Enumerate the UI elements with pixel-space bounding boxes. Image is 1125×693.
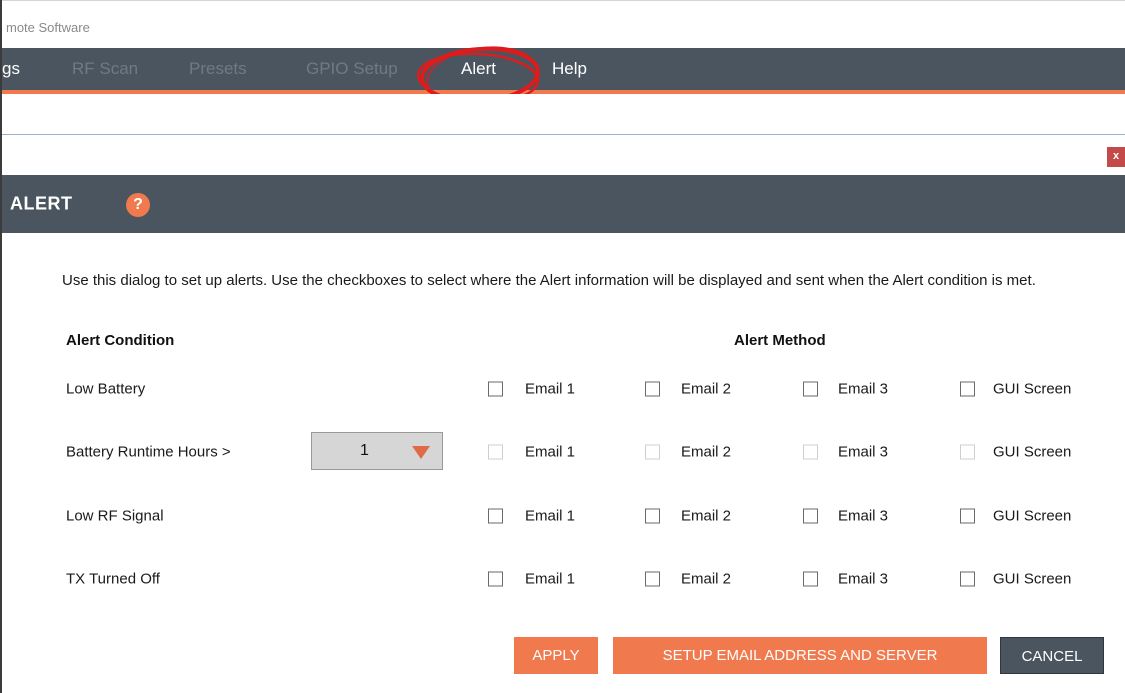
setup-email-button[interactable]: SETUP EMAIL ADDRESS AND SERVER xyxy=(613,637,987,674)
checkbox-tx-off-email1[interactable] xyxy=(488,571,503,587)
close-button[interactable]: x xyxy=(1107,147,1125,167)
checkbox-runtime-gui[interactable] xyxy=(960,444,975,460)
dialog-description: Use this dialog to set up alerts. Use th… xyxy=(62,272,1036,289)
dialog-title: ALERT xyxy=(10,193,73,214)
checkbox-tx-off-email2[interactable] xyxy=(645,571,660,587)
checkbox-runtime-email1[interactable] xyxy=(488,444,503,460)
method-label: Email 2 xyxy=(681,380,732,398)
checkbox-low-rf-email2[interactable] xyxy=(645,508,660,524)
sub-toolbar xyxy=(2,94,1125,135)
alert-condition-header: Alert Condition xyxy=(66,332,175,349)
method-label: Email 1 xyxy=(525,570,576,588)
runtime-hours-dropdown[interactable]: 1 xyxy=(311,432,443,470)
checkbox-low-battery-email2[interactable] xyxy=(645,381,660,397)
method-label: Email 1 xyxy=(525,380,576,398)
method-label: Email 3 xyxy=(838,380,889,398)
apply-button[interactable]: APPLY xyxy=(514,637,598,674)
checkbox-low-rf-gui[interactable] xyxy=(960,508,975,524)
checkbox-low-battery-email3[interactable] xyxy=(803,381,818,397)
condition-battery-runtime-hours: Battery Runtime Hours > xyxy=(66,443,231,461)
checkbox-low-rf-email1[interactable] xyxy=(488,508,503,524)
method-label: Email 3 xyxy=(838,443,889,461)
menu-item-help[interactable]: Help xyxy=(552,59,587,79)
checkbox-runtime-email2[interactable] xyxy=(645,444,660,460)
condition-low-battery: Low Battery xyxy=(66,380,146,398)
method-label: Email 2 xyxy=(681,443,732,461)
method-label: GUI Screen xyxy=(993,443,1072,461)
checkbox-tx-off-gui[interactable] xyxy=(960,571,975,587)
condition-tx-turned-off: TX Turned Off xyxy=(66,570,160,588)
checkbox-tx-off-email3[interactable] xyxy=(803,571,818,587)
method-label: Email 3 xyxy=(838,570,889,588)
checkbox-low-battery-gui[interactable] xyxy=(960,381,975,397)
method-label: Email 2 xyxy=(681,570,732,588)
method-label: GUI Screen xyxy=(993,507,1072,525)
menu-item-presets[interactable]: Presets xyxy=(189,59,247,79)
method-label: Email 3 xyxy=(838,507,889,525)
title-bar: mote Software xyxy=(2,4,1125,48)
menu-item-rf-scan[interactable]: RF Scan xyxy=(72,59,138,79)
runtime-hours-value: 1 xyxy=(360,442,369,459)
dropdown-arrow-icon xyxy=(412,446,430,459)
cancel-button[interactable]: CANCEL xyxy=(1000,637,1104,674)
dialog-header: ALERT ? xyxy=(2,175,1125,233)
method-label: GUI Screen xyxy=(993,380,1072,398)
method-label: Email 2 xyxy=(681,507,732,525)
menu-item-gpio-setup[interactable]: GPIO Setup xyxy=(306,59,398,79)
checkbox-low-battery-email1[interactable] xyxy=(488,381,503,397)
menu-item-settings[interactable]: gs xyxy=(2,59,20,79)
checkbox-low-rf-email3[interactable] xyxy=(803,508,818,524)
method-label: Email 1 xyxy=(525,507,576,525)
alert-method-header: Alert Method xyxy=(734,332,826,349)
menu-item-alert[interactable]: Alert xyxy=(461,59,496,79)
method-label: Email 1 xyxy=(525,443,576,461)
condition-low-rf-signal: Low RF Signal xyxy=(66,507,164,525)
window-title: mote Software xyxy=(6,20,90,35)
checkbox-runtime-email3[interactable] xyxy=(803,444,818,460)
help-icon[interactable]: ? xyxy=(126,193,150,217)
method-label: GUI Screen xyxy=(993,570,1072,588)
